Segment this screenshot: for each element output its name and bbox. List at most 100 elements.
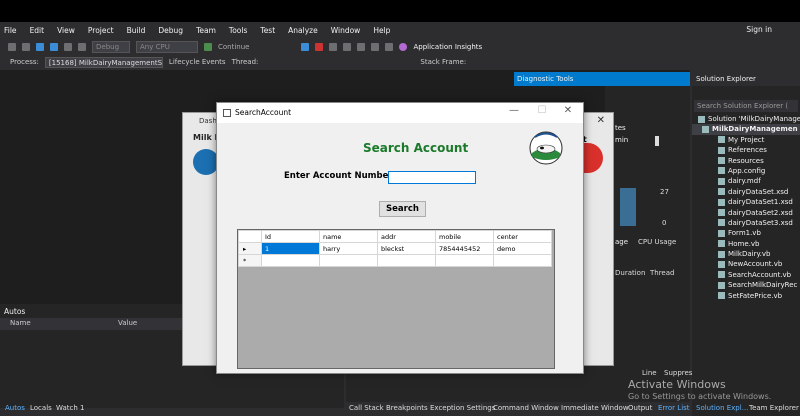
cell-addr[interactable]: bleckst <box>377 242 436 255</box>
config-dropdown[interactable]: Debug <box>92 40 130 53</box>
dashboard-close-icon[interactable]: ✕ <box>597 115 605 126</box>
restart-icon[interactable] <box>329 42 338 51</box>
diag-scrollthumb[interactable] <box>655 136 659 146</box>
lifecycle-events[interactable]: Lifecycle Events <box>169 58 226 66</box>
new-cell[interactable] <box>435 254 494 267</box>
menu-edit[interactable]: Edit <box>30 26 45 35</box>
new-cell[interactable] <box>319 254 378 267</box>
minimize-icon[interactable]: — <box>507 105 521 116</box>
save-icon[interactable] <box>50 42 58 51</box>
tab-team-explorer[interactable]: Team Explorer <box>749 404 799 412</box>
tab-solution-explorer[interactable]: Solution Expl... <box>696 404 748 412</box>
tab-error-list[interactable]: Error List <box>658 404 690 412</box>
solution-item[interactable]: MilkDairy.vb <box>692 249 800 259</box>
tab-breakpoints[interactable]: Breakpoints <box>386 404 428 412</box>
back-icon[interactable] <box>8 42 16 51</box>
hex-icon[interactable] <box>385 42 394 51</box>
table-row[interactable]: ▸ 1 harry bleckst 7854445452 demo <box>238 242 552 255</box>
solution-item[interactable]: My Project <box>692 135 800 145</box>
menu-project[interactable]: Project <box>88 26 114 35</box>
tab-locals[interactable]: Locals <box>30 404 52 412</box>
thread-col[interactable]: Thread <box>650 269 674 277</box>
continue-button[interactable]: Continue <box>218 43 249 51</box>
solution-item[interactable]: dairy.mdf <box>692 176 800 186</box>
autos-col-value[interactable]: Value <box>118 319 137 327</box>
stop-icon[interactable] <box>315 42 324 51</box>
solution-item[interactable]: dairyDataSet2.xsd <box>692 208 800 218</box>
column-header-center[interactable]: center <box>493 230 552 243</box>
solution-item[interactable]: SearchMilkDairyRec <box>692 280 800 290</box>
solution-item[interactable]: NewAccount.vb <box>692 259 800 269</box>
cell-name[interactable]: harry <box>319 242 378 255</box>
column-header-id[interactable]: Id <box>261 230 320 243</box>
exit-icon[interactable] <box>581 143 603 173</box>
play-icon[interactable] <box>204 42 212 51</box>
suppress-tab[interactable]: Suppres <box>664 369 692 377</box>
new-cell[interactable] <box>493 254 552 267</box>
cell-center[interactable]: demo <box>493 242 552 255</box>
row-selector-icon[interactable]: ▸ <box>238 242 262 255</box>
maximize-icon[interactable]: ☐ <box>535 105 549 116</box>
close-icon[interactable]: ✕ <box>561 105 575 116</box>
undo-icon[interactable] <box>64 42 72 51</box>
process-dropdown[interactable]: [15168] MilkDairyManagementSys <box>44 56 163 68</box>
tab-exception-settings[interactable]: Exception Settings <box>430 404 495 412</box>
column-header-mobile[interactable]: mobile <box>435 230 494 243</box>
solution-item[interactable]: Form1.vb <box>692 228 800 238</box>
solution-item[interactable]: SearchAccount.vb <box>692 270 800 280</box>
autos-col-name[interactable]: Name <box>10 319 31 327</box>
menu-help[interactable]: Help <box>373 26 390 35</box>
solution-item[interactable]: App.config <box>692 166 800 176</box>
menu-window[interactable]: Window <box>331 26 361 35</box>
menu-tools[interactable]: Tools <box>229 26 247 35</box>
new-project-icon[interactable] <box>36 42 44 51</box>
menu-file[interactable]: File <box>4 26 17 35</box>
cpu-usage-tab[interactable]: CPU Usage <box>638 238 676 246</box>
solution-item[interactable]: Home.vb <box>692 239 800 249</box>
tab-watch[interactable]: Watch 1 <box>56 404 84 412</box>
duration-col[interactable]: Duration <box>615 269 645 277</box>
menu-view[interactable]: View <box>57 26 75 35</box>
solution-item[interactable]: Solution 'MilkDairyManage <box>692 114 800 124</box>
solution-item[interactable]: dairyDataSet1.xsd <box>692 197 800 207</box>
menu-debug[interactable]: Debug <box>158 26 183 35</box>
solution-item[interactable]: Resources <box>692 156 800 166</box>
menu-team[interactable]: Team <box>196 26 216 35</box>
platform-dropdown[interactable]: Any CPU <box>136 40 198 53</box>
step-out-icon[interactable] <box>371 42 380 51</box>
forward-icon[interactable] <box>22 42 30 51</box>
pause-icon[interactable] <box>301 42 310 51</box>
tab-autos[interactable]: Autos <box>5 404 25 412</box>
solution-item[interactable]: SetFatePrice.vb <box>692 291 800 301</box>
tab-immediate-window[interactable]: Immediate Window <box>561 404 629 412</box>
cell-id[interactable]: 1 <box>261 242 320 255</box>
tab-output[interactable]: Output <box>628 404 652 412</box>
new-cell[interactable] <box>377 254 436 267</box>
account-number-input[interactable] <box>388 171 476 184</box>
search-button[interactable]: Search <box>379 201 426 217</box>
solution-item[interactable]: MilkDairyManagemen <box>692 124 800 135</box>
cell-mobile[interactable]: 7854445452 <box>435 242 494 255</box>
new-row[interactable]: * <box>238 254 552 267</box>
solution-item[interactable]: dairyDataSet.xsd <box>692 187 800 197</box>
solution-search-input[interactable]: Search Solution Explorer ( <box>694 100 798 112</box>
step-over-icon[interactable] <box>357 42 366 51</box>
new-row-icon[interactable]: * <box>238 254 262 267</box>
menu-analyze[interactable]: Analyze <box>288 26 318 35</box>
tab-call-stack[interactable]: Call Stack <box>349 404 384 412</box>
column-header-name[interactable]: name <box>319 230 378 243</box>
new-cell[interactable] <box>261 254 320 267</box>
menu-test[interactable]: Test <box>260 26 275 35</box>
sign-in-link[interactable]: Sign in <box>746 25 772 34</box>
line-tab[interactable]: Line <box>642 369 657 377</box>
solution-item[interactable]: References <box>692 145 800 155</box>
file-icon <box>718 240 725 248</box>
solution-item[interactable]: dairyDataSet3.xsd <box>692 218 800 228</box>
tab-command-window[interactable]: Command Window <box>493 404 559 412</box>
application-insights-button[interactable]: Application Insights <box>413 43 482 51</box>
column-header-addr[interactable]: addr <box>377 230 436 243</box>
step-into-icon[interactable] <box>343 42 352 51</box>
window-app-icon <box>223 109 231 117</box>
redo-icon[interactable] <box>78 42 86 51</box>
menu-build[interactable]: Build <box>127 26 146 35</box>
